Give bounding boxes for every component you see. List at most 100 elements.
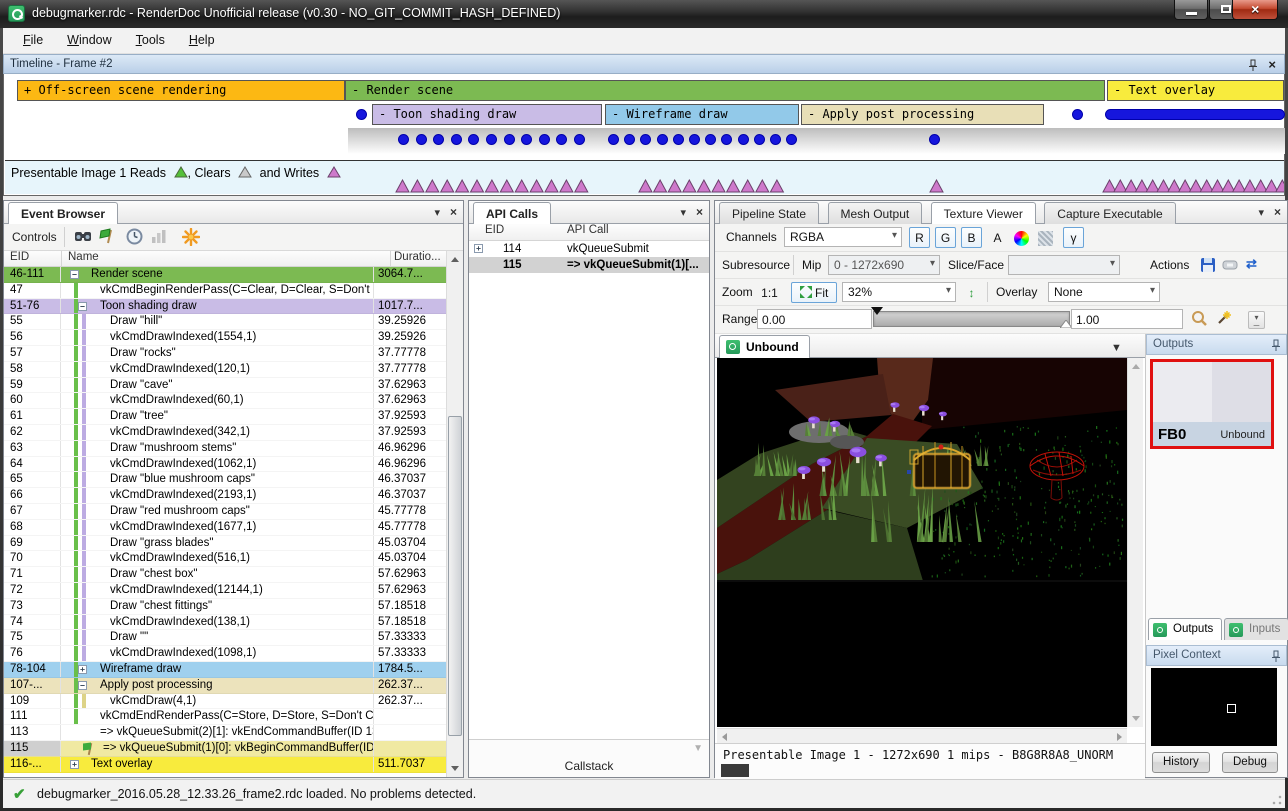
table-row[interactable]: 64vkCmdDrawIndexed(1062,1)46.96296 [4, 457, 446, 473]
table-row[interactable]: 107-...−Apply post processing262.37... [4, 678, 446, 694]
table-row[interactable]: 66vkCmdDrawIndexed(2193,1)46.37037 [4, 488, 446, 504]
time-draws-clock-icon[interactable] [126, 228, 144, 246]
event-dot[interactable] [539, 134, 550, 145]
panel-menu-icon[interactable]: ▾ [434, 207, 440, 219]
event-dot[interactable] [416, 134, 427, 145]
table-row[interactable]: 56vkCmdDrawIndexed(1554,1)39.25926 [4, 330, 446, 346]
tab-inputs[interactable]: Inputs [1224, 618, 1288, 640]
slice-face-dropdown[interactable] [1008, 255, 1120, 275]
range-black-point-handle[interactable] [871, 307, 883, 315]
timeline-marker-text-overlay[interactable]: - Text overlay [1107, 80, 1284, 101]
channel-g-button[interactable]: G [935, 227, 956, 248]
save-icon[interactable] [1200, 257, 1218, 275]
tab-outputs[interactable]: Outputs [1148, 618, 1222, 640]
table-row[interactable]: 113=> vkQueueSubmit(2)[1]: vkEndCommandB… [4, 725, 446, 741]
event-browser-scrollbar[interactable] [446, 251, 463, 777]
api-calls-column-header[interactable]: EIDAPI Call [469, 224, 709, 241]
refresh-icon[interactable]: ⇄ [1246, 256, 1264, 274]
table-row[interactable]: 75Draw ""57.33333 [4, 630, 446, 646]
channel-r-button[interactable]: R [909, 227, 930, 248]
table-row[interactable]: +114vkQueueSubmit [469, 241, 709, 257]
resize-grip[interactable] [1272, 795, 1282, 805]
table-row[interactable]: 74vkCmdDrawIndexed(138,1)57.18518 [4, 615, 446, 631]
chevron-down-icon[interactable]: ▼ [693, 743, 703, 754]
tree-expand-icon[interactable]: + [70, 760, 79, 769]
find-icon[interactable] [74, 228, 92, 246]
color-wheel-icon[interactable] [1011, 227, 1032, 248]
timeline-marker-offscreen[interactable]: + Off-screen scene rendering [17, 80, 345, 101]
timeline-marker-wireframe[interactable]: - Wireframe draw [605, 104, 799, 125]
mip-dropdown[interactable]: 0 - 1272x690 [828, 255, 940, 275]
close-icon[interactable]: × [450, 205, 457, 219]
minimize-button[interactable] [1174, 0, 1208, 20]
close-button[interactable]: × [1232, 0, 1278, 20]
table-row[interactable]: 55Draw "hill"39.25926 [4, 314, 446, 330]
table-row[interactable]: 61Draw "tree"37.92593 [4, 409, 446, 425]
event-dot[interactable] [608, 134, 619, 145]
menu-tools[interactable]: Tools [124, 28, 177, 52]
tab-mesh-output[interactable]: Mesh Output [828, 202, 923, 224]
texture-horizontal-scrollbar[interactable] [717, 728, 1127, 743]
bookmark-flag-icon[interactable] [99, 228, 117, 246]
history-button[interactable]: History [1152, 752, 1210, 773]
tab-pipeline-state[interactable]: Pipeline State [719, 202, 819, 224]
event-dot[interactable] [574, 134, 585, 145]
event-dot[interactable] [504, 134, 515, 145]
flip-vertical-icon[interactable]: ↕ [961, 282, 982, 303]
tree-expand-icon[interactable]: + [474, 244, 483, 253]
zoom-range-icon[interactable] [1191, 310, 1209, 328]
close-icon[interactable]: × [1268, 57, 1276, 72]
pin-icon[interactable] [1271, 650, 1281, 665]
texture-canvas[interactable] [717, 358, 1127, 727]
gamma-button[interactable]: γ [1063, 227, 1084, 248]
table-row[interactable]: 78-104+Wireframe draw1784.5... [4, 662, 446, 678]
event-browser-column-header[interactable]: EIDNameDuratio... [4, 251, 446, 267]
table-row[interactable]: 69Draw "grass blades"45.03704 [4, 536, 446, 552]
tab-unbound-texture[interactable]: Unbound [719, 335, 810, 358]
zoom-fit-button[interactable]: Fit [791, 282, 837, 303]
table-row[interactable]: 109vkCmdDraw(4,1)262.37... [4, 694, 446, 710]
texture-vertical-scrollbar[interactable] [1127, 358, 1143, 727]
event-dot[interactable] [673, 134, 684, 145]
overlay-dropdown[interactable]: None [1048, 282, 1160, 302]
channel-a-button[interactable]: A [987, 227, 1008, 248]
event-dot[interactable] [486, 134, 497, 145]
table-row[interactable]: 70vkCmdDrawIndexed(516,1)45.03704 [4, 551, 446, 567]
chevron-down-icon[interactable]: ▼ [1111, 342, 1122, 354]
table-row[interactable]: 60vkCmdDrawIndexed(60,1)37.62963 [4, 393, 446, 409]
menu-help[interactable]: Help [177, 28, 227, 52]
event-dot-run[interactable] [1105, 109, 1285, 120]
event-dot[interactable] [754, 134, 765, 145]
tab-capture-executable[interactable]: Capture Executable [1044, 202, 1175, 224]
timeline-marker-toon[interactable]: - Toon shading draw [372, 104, 602, 125]
debug-button[interactable]: Debug [1222, 752, 1278, 773]
channel-b-button[interactable]: B [961, 227, 982, 248]
channels-dropdown[interactable]: RGBA [784, 227, 902, 247]
table-row[interactable]: 62vkCmdDrawIndexed(342,1)37.92593 [4, 425, 446, 441]
table-row[interactable]: 67Draw "red mushroom caps"45.77778 [4, 504, 446, 520]
table-row[interactable]: 72vkCmdDrawIndexed(12144,1)57.62963 [4, 583, 446, 599]
table-row[interactable]: 63Draw "mushroom stems"46.96296 [4, 441, 446, 457]
close-icon[interactable]: × [696, 205, 703, 219]
event-dot[interactable] [770, 134, 781, 145]
table-row[interactable]: 59Draw "cave"37.62963 [4, 378, 446, 394]
table-row[interactable]: 115=> vkQueueSubmit(1)[0]: vkBeginComman… [4, 741, 446, 757]
zoom-1to1-button[interactable]: 1:1 [759, 282, 780, 303]
table-row[interactable]: 76vkCmdDrawIndexed(1098,1)57.33333 [4, 646, 446, 662]
checkerboard-icon[interactable] [1035, 227, 1056, 248]
tree-expand-icon[interactable]: − [78, 302, 87, 311]
link-icon[interactable] [1222, 257, 1240, 275]
tree-expand-icon[interactable]: − [78, 681, 87, 690]
event-dot[interactable] [657, 134, 668, 145]
table-row[interactable]: 73Draw "chest fittings"57.18518 [4, 599, 446, 615]
range-min-input[interactable]: 0.00 [757, 309, 872, 329]
table-row[interactable]: 111vkCmdEndRenderPass(C=Store, D=Store, … [4, 709, 446, 725]
panel-menu-icon[interactable]: ▾ [1258, 207, 1264, 219]
table-row[interactable]: 47vkCmdBeginRenderPass(C=Clear, D=Clear,… [4, 283, 446, 299]
range-max-input[interactable]: 1.00 [1071, 309, 1183, 329]
event-dot[interactable] [738, 134, 749, 145]
event-dot[interactable] [689, 134, 700, 145]
stats-icon[interactable] [151, 228, 169, 246]
menu-file[interactable]: File [11, 28, 55, 52]
table-row[interactable]: 115=> vkQueueSubmit(1)[... [469, 257, 709, 273]
